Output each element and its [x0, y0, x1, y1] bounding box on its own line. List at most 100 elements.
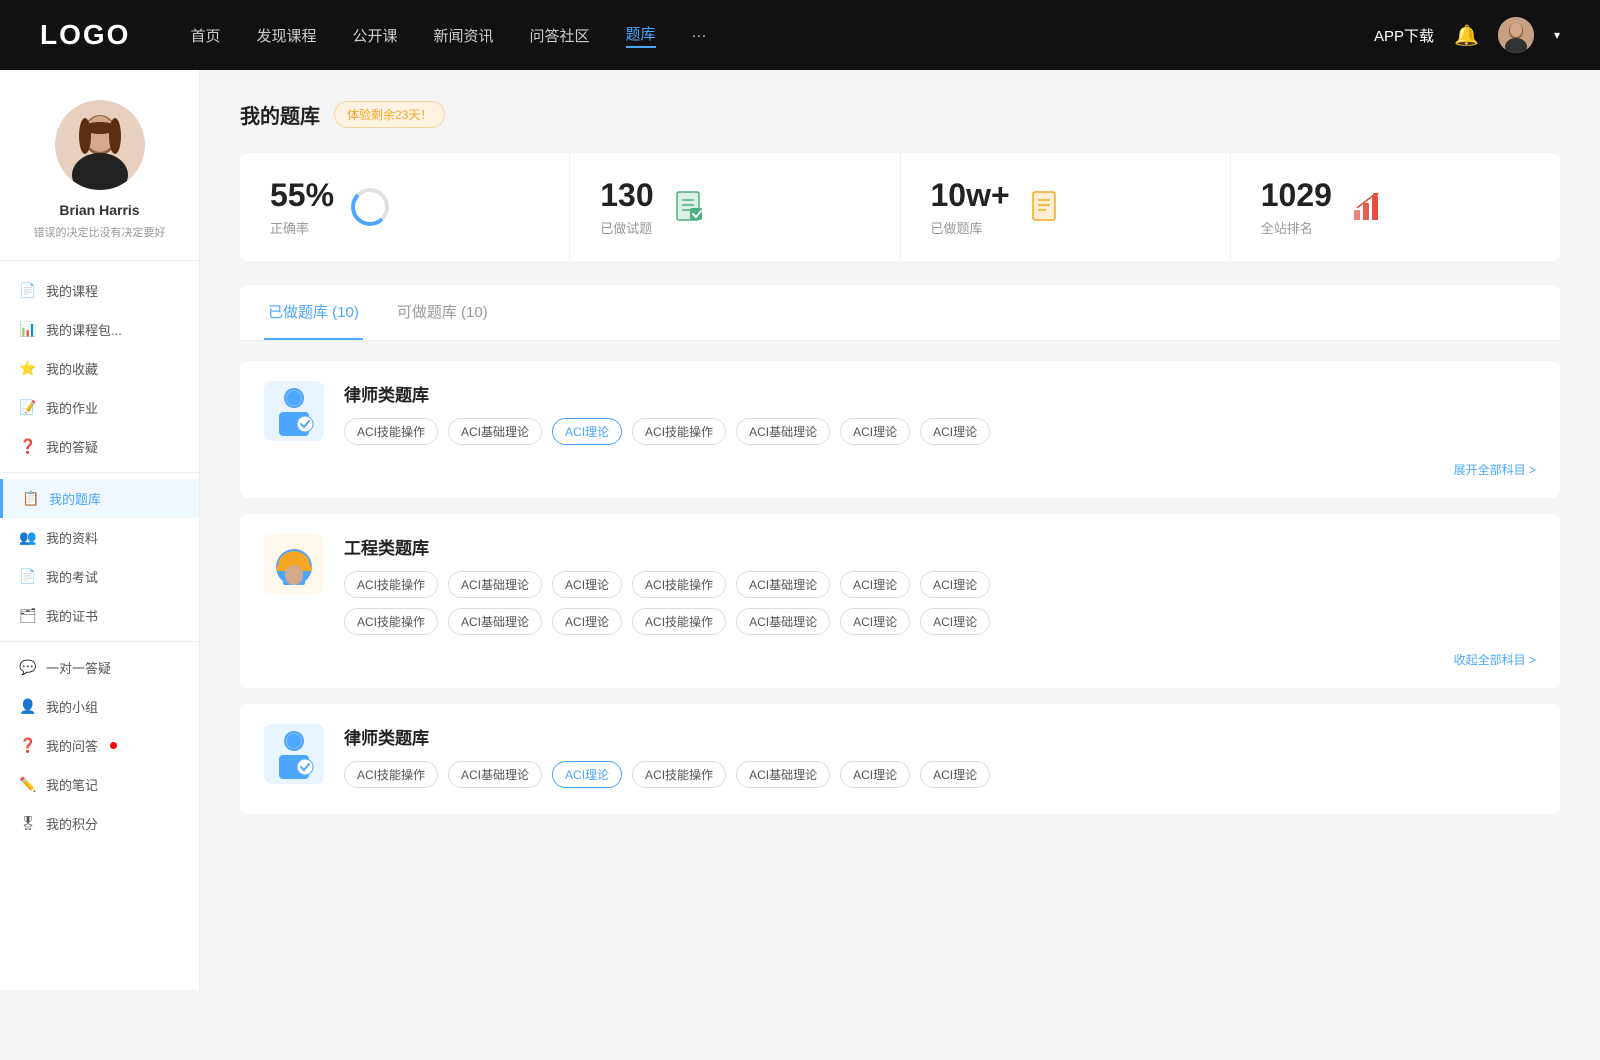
tag-l2-3[interactable]: ACI技能操作 [632, 761, 726, 788]
nav-opencourse[interactable]: 公开课 [352, 25, 397, 46]
tag-l1-5[interactable]: ACI理论 [840, 418, 910, 445]
exam-icon: 📄 [20, 569, 36, 585]
tag-l2-4[interactable]: ACI基础理论 [736, 761, 830, 788]
tag-e-r2-5[interactable]: ACI理论 [840, 608, 910, 635]
tag-l2-0[interactable]: ACI技能操作 [344, 761, 438, 788]
sidebar-item-myqa[interactable]: ❓ 我的问答 [0, 726, 199, 765]
lawyer-icon [269, 384, 319, 438]
sidebar-item-course-package[interactable]: 📊 我的课程包... [0, 310, 199, 349]
sidebar-divider-1 [0, 472, 199, 473]
accuracy-value: 55% [270, 177, 334, 214]
qa-badge [110, 742, 117, 749]
nav-qbank[interactable]: 题库 [626, 23, 656, 48]
lawyer-icon-2 [269, 727, 319, 781]
sidebar-item-homework[interactable]: 📝 我的作业 [0, 388, 199, 427]
nav-qa[interactable]: 问答社区 [530, 25, 590, 46]
tab-available-banks[interactable]: 可做题库 (10) [393, 285, 492, 340]
sidebar-item-qa[interactable]: ❓ 我的答疑 [0, 427, 199, 466]
sidebar-divider-2 [0, 641, 199, 642]
sidebar: Brian Harris 错误的决定比没有决定要好 📄 我的课程 📊 我的课程包… [0, 70, 200, 990]
profile-avatar [55, 100, 145, 190]
tag-l1-1[interactable]: ACI基础理论 [448, 418, 542, 445]
tag-e-r1-1[interactable]: ACI基础理论 [448, 571, 542, 598]
done-questions-label: 已做试题 [600, 218, 653, 237]
tag-e-r2-2[interactable]: ACI理论 [552, 608, 622, 635]
tag-e-r1-6[interactable]: ACI理论 [920, 571, 990, 598]
profile-avatar-image [55, 100, 145, 190]
sidebar-item-groups[interactable]: 👤 我的小组 [0, 687, 199, 726]
donut-chart-icon [351, 188, 389, 226]
done-banks-icon [1026, 187, 1066, 227]
user-menu-chevron-icon[interactable]: ▾ [1554, 28, 1560, 42]
sidebar-item-profile[interactable]: 👥 我的资料 [0, 518, 199, 557]
doc-orange-icon [1029, 190, 1063, 224]
tag-e-r1-5[interactable]: ACI理论 [840, 571, 910, 598]
avatar-image [1498, 17, 1534, 53]
qbank-card-engineer: 工程类题库 ACI技能操作 ACI基础理论 ACI理论 ACI技能操作 ACI基… [240, 514, 1560, 688]
user-avatar[interactable] [1498, 17, 1534, 53]
tag-l1-4[interactable]: ACI基础理论 [736, 418, 830, 445]
stat-done-questions: 130 已做试题 [570, 153, 900, 261]
tag-e-r2-1[interactable]: ACI基础理论 [448, 608, 542, 635]
stat-rank: 1029 全站排名 [1231, 153, 1560, 261]
qbank-title-lawyer-1: 律师类题库 [344, 381, 1536, 406]
tag-e-r1-4[interactable]: ACI基础理论 [736, 571, 830, 598]
collapse-link-engineer[interactable]: 收起全部科目 > [1454, 651, 1536, 668]
sidebar-item-favorites[interactable]: ⭐ 我的收藏 [0, 349, 199, 388]
qbank-icon-engineer [264, 534, 324, 594]
doc-green-icon [673, 190, 707, 224]
qbank-icon-lawyer-1 [264, 381, 324, 441]
tag-l2-1[interactable]: ACI基础理论 [448, 761, 542, 788]
sidebar-item-certificate[interactable]: 🗂 我的证书 [0, 596, 199, 635]
tag-e-r2-6[interactable]: ACI理论 [920, 608, 990, 635]
tag-e-r2-4[interactable]: ACI基础理论 [736, 608, 830, 635]
navbar-right: APP下载 ▾ [1374, 17, 1560, 53]
nav-home[interactable]: 首页 [190, 25, 220, 46]
tag-e-r1-3[interactable]: ACI技能操作 [632, 571, 726, 598]
rank-icon [1348, 187, 1388, 227]
tab-done-banks[interactable]: 已做题库 (10) [264, 285, 363, 340]
homework-icon: 📝 [20, 400, 36, 416]
certificate-icon: 🗂 [20, 608, 36, 624]
sidebar-item-notes[interactable]: ✏️ 我的笔记 [0, 765, 199, 804]
qbank-card-lawyer-1: 律师类题库 ACI技能操作 ACI基础理论 ACI理论 ACI技能操作 ACI基… [240, 361, 1560, 498]
tabs-row: 已做题库 (10) 可做题库 (10) [240, 285, 1560, 341]
tag-l2-5[interactable]: ACI理论 [840, 761, 910, 788]
tag-l1-6[interactable]: ACI理论 [920, 418, 990, 445]
app-download-button[interactable]: APP下载 [1374, 25, 1434, 46]
engineer-icon [269, 537, 319, 591]
tag-l1-2[interactable]: ACI理论 [552, 418, 622, 445]
sidebar-item-points[interactable]: 🎖 我的积分 [0, 804, 199, 843]
sidebar-item-one-on-one[interactable]: 💬 一对一答疑 [0, 648, 199, 687]
logo[interactable]: LOGO [40, 19, 130, 51]
sidebar-item-courses[interactable]: 📄 我的课程 [0, 271, 199, 310]
done-questions-value: 130 [600, 177, 653, 214]
notification-bell-icon[interactable] [1454, 23, 1478, 47]
qbank-icon-lawyer-2 [264, 724, 324, 784]
sidebar-item-exam[interactable]: 📄 我的考试 [0, 557, 199, 596]
qbank-tags-engineer-row2: ACI技能操作 ACI基础理论 ACI理论 ACI技能操作 ACI基础理论 AC… [344, 608, 1536, 635]
myqa-icon: ❓ [20, 738, 36, 754]
nav-news[interactable]: 新闻资讯 [434, 25, 494, 46]
tag-e-r1-0[interactable]: ACI技能操作 [344, 571, 438, 598]
qbank-title-lawyer-2: 律师类题库 [344, 724, 1536, 749]
tag-l1-0[interactable]: ACI技能操作 [344, 418, 438, 445]
tag-e-r2-0[interactable]: ACI技能操作 [344, 608, 438, 635]
tag-l2-6[interactable]: ACI理论 [920, 761, 990, 788]
accuracy-label: 正确率 [270, 218, 334, 237]
nav-more[interactable]: ··· [692, 27, 707, 44]
tag-e-r2-3[interactable]: ACI技能操作 [632, 608, 726, 635]
done-questions-icon [670, 187, 710, 227]
one-on-one-icon: 💬 [20, 660, 36, 676]
tag-l1-3[interactable]: ACI技能操作 [632, 418, 726, 445]
stats-row: 55% 正确率 130 已做试题 [240, 153, 1560, 261]
tag-e-r1-2[interactable]: ACI理论 [552, 571, 622, 598]
sidebar-item-qbank[interactable]: 📋 我的题库 [0, 479, 199, 518]
page-header: 我的题库 体验剩余23天！ [240, 100, 1560, 129]
nav-discover[interactable]: 发现课程 [256, 25, 316, 46]
qa-icon: ❓ [20, 439, 36, 455]
tag-l2-2[interactable]: ACI理论 [552, 761, 622, 788]
trial-badge: 体验剩余23天！ [334, 101, 445, 128]
qbank-icon: 📋 [23, 491, 39, 507]
expand-link-lawyer-1[interactable]: 展开全部科目 > [1454, 461, 1536, 478]
